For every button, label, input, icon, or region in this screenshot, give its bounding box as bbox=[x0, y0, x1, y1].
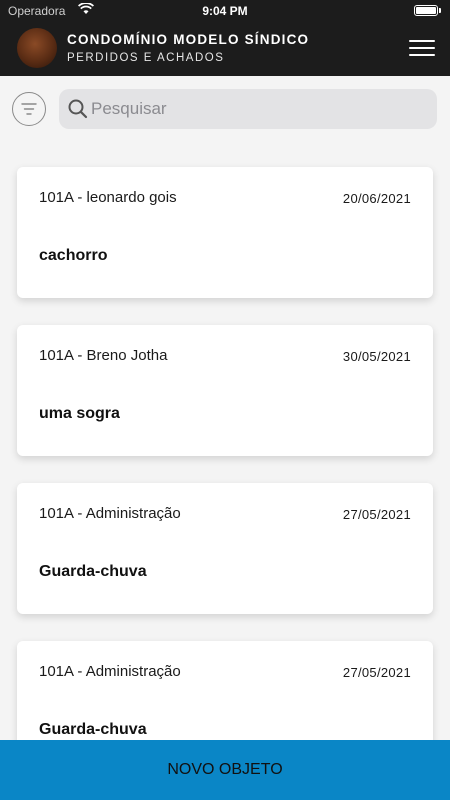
battery-icon bbox=[414, 5, 438, 16]
search-icon bbox=[68, 99, 88, 119]
list-item[interactable]: 101A - leonardo gois 20/06/2021 cachorro bbox=[17, 167, 433, 298]
item-object-name: Guarda-chuva bbox=[39, 563, 147, 580]
new-object-button[interactable]: NOVO OBJETO bbox=[0, 740, 450, 800]
lost-found-list: 101A - leonardo gois 20/06/2021 cachorro… bbox=[17, 167, 433, 799]
condo-avatar bbox=[17, 28, 57, 68]
item-date: 30/05/2021 bbox=[342, 349, 411, 364]
header-title: CONDOMÍNIO MODELO SÍNDICO bbox=[67, 32, 310, 47]
item-object-name: cachorro bbox=[39, 247, 108, 264]
item-unit-owner: 101A - leonardo gois bbox=[39, 189, 177, 206]
item-unit-owner: 101A - Administração bbox=[39, 505, 181, 522]
hamburger-menu-icon[interactable] bbox=[409, 40, 437, 60]
filter-button[interactable] bbox=[12, 92, 46, 126]
status-time: 9:04 PM bbox=[202, 4, 248, 18]
item-object-name: uma sogra bbox=[39, 405, 120, 422]
item-date: 27/05/2021 bbox=[342, 507, 411, 522]
search-box[interactable] bbox=[59, 89, 437, 129]
item-object-name: Guarda-chuva bbox=[39, 721, 147, 738]
item-unit-owner: 101A - Breno Jotha bbox=[39, 347, 168, 364]
battery-tip bbox=[439, 8, 441, 13]
list-item[interactable]: 101A - Breno Jotha 30/05/2021 uma sogra bbox=[17, 325, 433, 456]
app-header: CONDOMÍNIO MODELO SÍNDICO PERDIDOS E ACH… bbox=[0, 22, 450, 76]
list-item[interactable]: 101A - Administração 27/05/2021 Guarda-c… bbox=[17, 483, 433, 614]
search-input[interactable] bbox=[91, 89, 431, 129]
item-unit-owner: 101A - Administração bbox=[39, 663, 181, 680]
filter-icon bbox=[21, 103, 37, 115]
header-subtitle: PERDIDOS E ACHADOS bbox=[67, 52, 225, 64]
item-date: 27/05/2021 bbox=[342, 665, 411, 680]
item-date: 20/06/2021 bbox=[342, 191, 411, 206]
status-bar: Operadora 9:04 PM bbox=[0, 0, 450, 22]
